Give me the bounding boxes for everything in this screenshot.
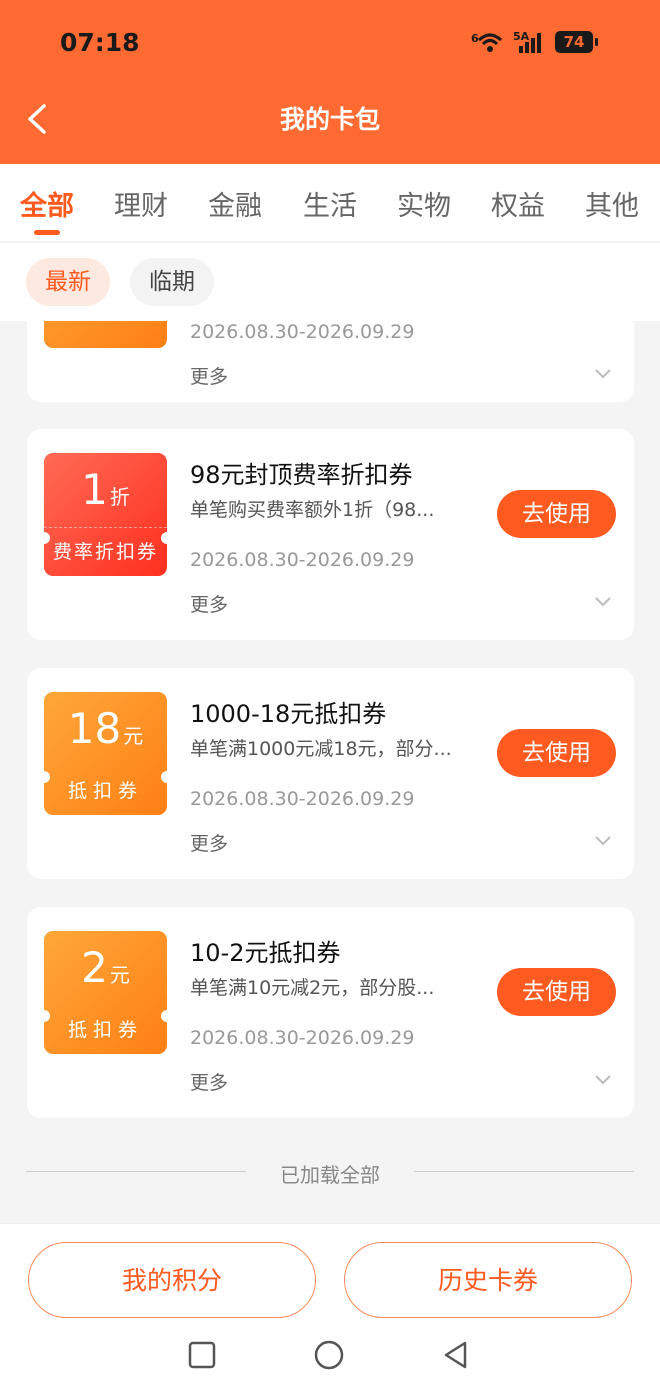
use-coupon-button[interactable]: 去使用 [497, 968, 616, 1016]
coupon-title: 10-2元抵扣券 [190, 939, 341, 967]
coupon-value: 18 元 [44, 704, 167, 753]
coupon-type-label: 抵扣券 [67, 1019, 143, 1041]
coupon-card: 1折 费率折扣券 98元封顶费率折扣券 单笔购买费率额外1折（98... 202… [27, 429, 634, 640]
my-points-button[interactable]: 我的积分 [28, 1242, 316, 1318]
coupon-more[interactable]: 更多 [190, 829, 228, 856]
coupon-list[interactable]: 2026.08.30-2026.09.29 更多 1折 费率折扣券 98元封顶费… [0, 321, 660, 1223]
chevron-down-icon[interactable] [594, 1074, 612, 1086]
coupon-value-number: 18 [67, 704, 122, 753]
page-title: 我的卡包 [279, 105, 380, 134]
list-end-indicator: 已加载全部 [26, 1159, 634, 1187]
use-coupon-button[interactable]: 去使用 [497, 729, 616, 777]
coupon-date: 2026.08.30-2026.09.29 [190, 321, 415, 343]
coupon-title: 1000-18元抵扣券 [190, 700, 387, 728]
bottom-action-bar: 我的积分 历史卡券 [0, 1223, 660, 1333]
svg-text:6: 6 [471, 32, 479, 45]
coupon-value-unit: 折 [109, 485, 130, 509]
home-circle-icon[interactable] [314, 1340, 344, 1370]
coupon-value: 1折 [44, 465, 167, 514]
coupon-value-unit: 元 [123, 724, 144, 748]
back-triangle-icon[interactable] [441, 1340, 471, 1370]
coupon-date: 2026.08.30-2026.09.29 [190, 549, 415, 571]
coupon-card: 18 元 抵扣券 1000-18元抵扣券 单笔满1000元减18元，部分... 2… [27, 668, 634, 879]
coupon-date: 2026.08.30-2026.09.29 [190, 1027, 415, 1049]
coupon-value-unit: 元 [109, 963, 130, 987]
coupon-description: 单笔满10元减2元，部分股... [190, 977, 435, 999]
filter-expiring[interactable]: 临期 [130, 258, 214, 306]
tab-all[interactable]: 全部 [20, 184, 74, 223]
active-tab-indicator [34, 230, 60, 235]
recents-square-icon[interactable] [187, 1340, 217, 1370]
coupon-date: 2026.08.30-2026.09.29 [190, 788, 415, 810]
nav-bar: 我的卡包 [0, 86, 660, 164]
tab-life[interactable]: 生活 [303, 184, 357, 223]
coupon-type-label: 抵扣券 [67, 780, 143, 802]
status-icons: 6 5A 74 [471, 30, 598, 54]
coupon-card-partial: 2026.08.30-2026.09.29 更多 [27, 321, 634, 402]
category-tabs: 全部 理财 金融 生活 实物 权益 其他 [0, 164, 660, 242]
chevron-down-icon[interactable] [594, 596, 612, 608]
system-navigation-bar [0, 1333, 660, 1380]
chevron-down-icon[interactable] [594, 835, 612, 847]
coupon-badge [44, 321, 167, 348]
coupon-more[interactable]: 更多 [190, 362, 228, 389]
chevron-down-icon[interactable] [594, 368, 612, 380]
loaded-all-text: 已加载全部 [280, 1163, 380, 1187]
filter-latest[interactable]: 最新 [26, 258, 110, 306]
wifi-icon: 6 [471, 32, 503, 52]
status-time: 07:18 [60, 28, 140, 57]
tab-wealth[interactable]: 理财 [114, 184, 168, 223]
tab-physical[interactable]: 实物 [397, 184, 451, 223]
coupon-description: 单笔购买费率额外1折（98... [190, 499, 435, 521]
badge-divider [44, 527, 167, 528]
coupon-more[interactable]: 更多 [190, 590, 228, 617]
history-coupons-button[interactable]: 历史卡券 [344, 1242, 632, 1318]
coupon-value: 2元 [44, 943, 167, 992]
status-bar: 07:18 6 5A 74 [0, 0, 660, 86]
svg-text:5A: 5A [513, 30, 530, 43]
divider [414, 1171, 634, 1172]
coupon-value-number: 2 [81, 943, 108, 992]
coupon-badge: 1折 费率折扣券 [44, 453, 167, 576]
tab-benefits[interactable]: 权益 [491, 184, 545, 223]
battery-icon: 74 [555, 31, 593, 53]
coupon-description: 单笔满1000元减18元，部分... [190, 738, 452, 760]
coupon-badge: 18 元 抵扣券 [44, 692, 167, 815]
filter-bar: 最新 临期 [0, 243, 660, 321]
tab-finance[interactable]: 金融 [208, 184, 262, 223]
coupon-card: 2元 抵扣券 10-2元抵扣券 单笔满10元减2元，部分股... 2026.08… [27, 907, 634, 1118]
battery-tip [595, 38, 598, 46]
use-coupon-button[interactable]: 去使用 [497, 490, 616, 538]
coupon-title: 98元封顶费率折扣券 [190, 461, 413, 489]
coupon-value-number: 1 [81, 465, 108, 514]
coupon-badge: 2元 抵扣券 [44, 931, 167, 1054]
coupon-type-label: 费率折扣券 [52, 541, 158, 563]
tab-other[interactable]: 其他 [585, 184, 639, 223]
signal-icon: 5A [513, 30, 541, 53]
coupon-more[interactable]: 更多 [190, 1068, 228, 1095]
